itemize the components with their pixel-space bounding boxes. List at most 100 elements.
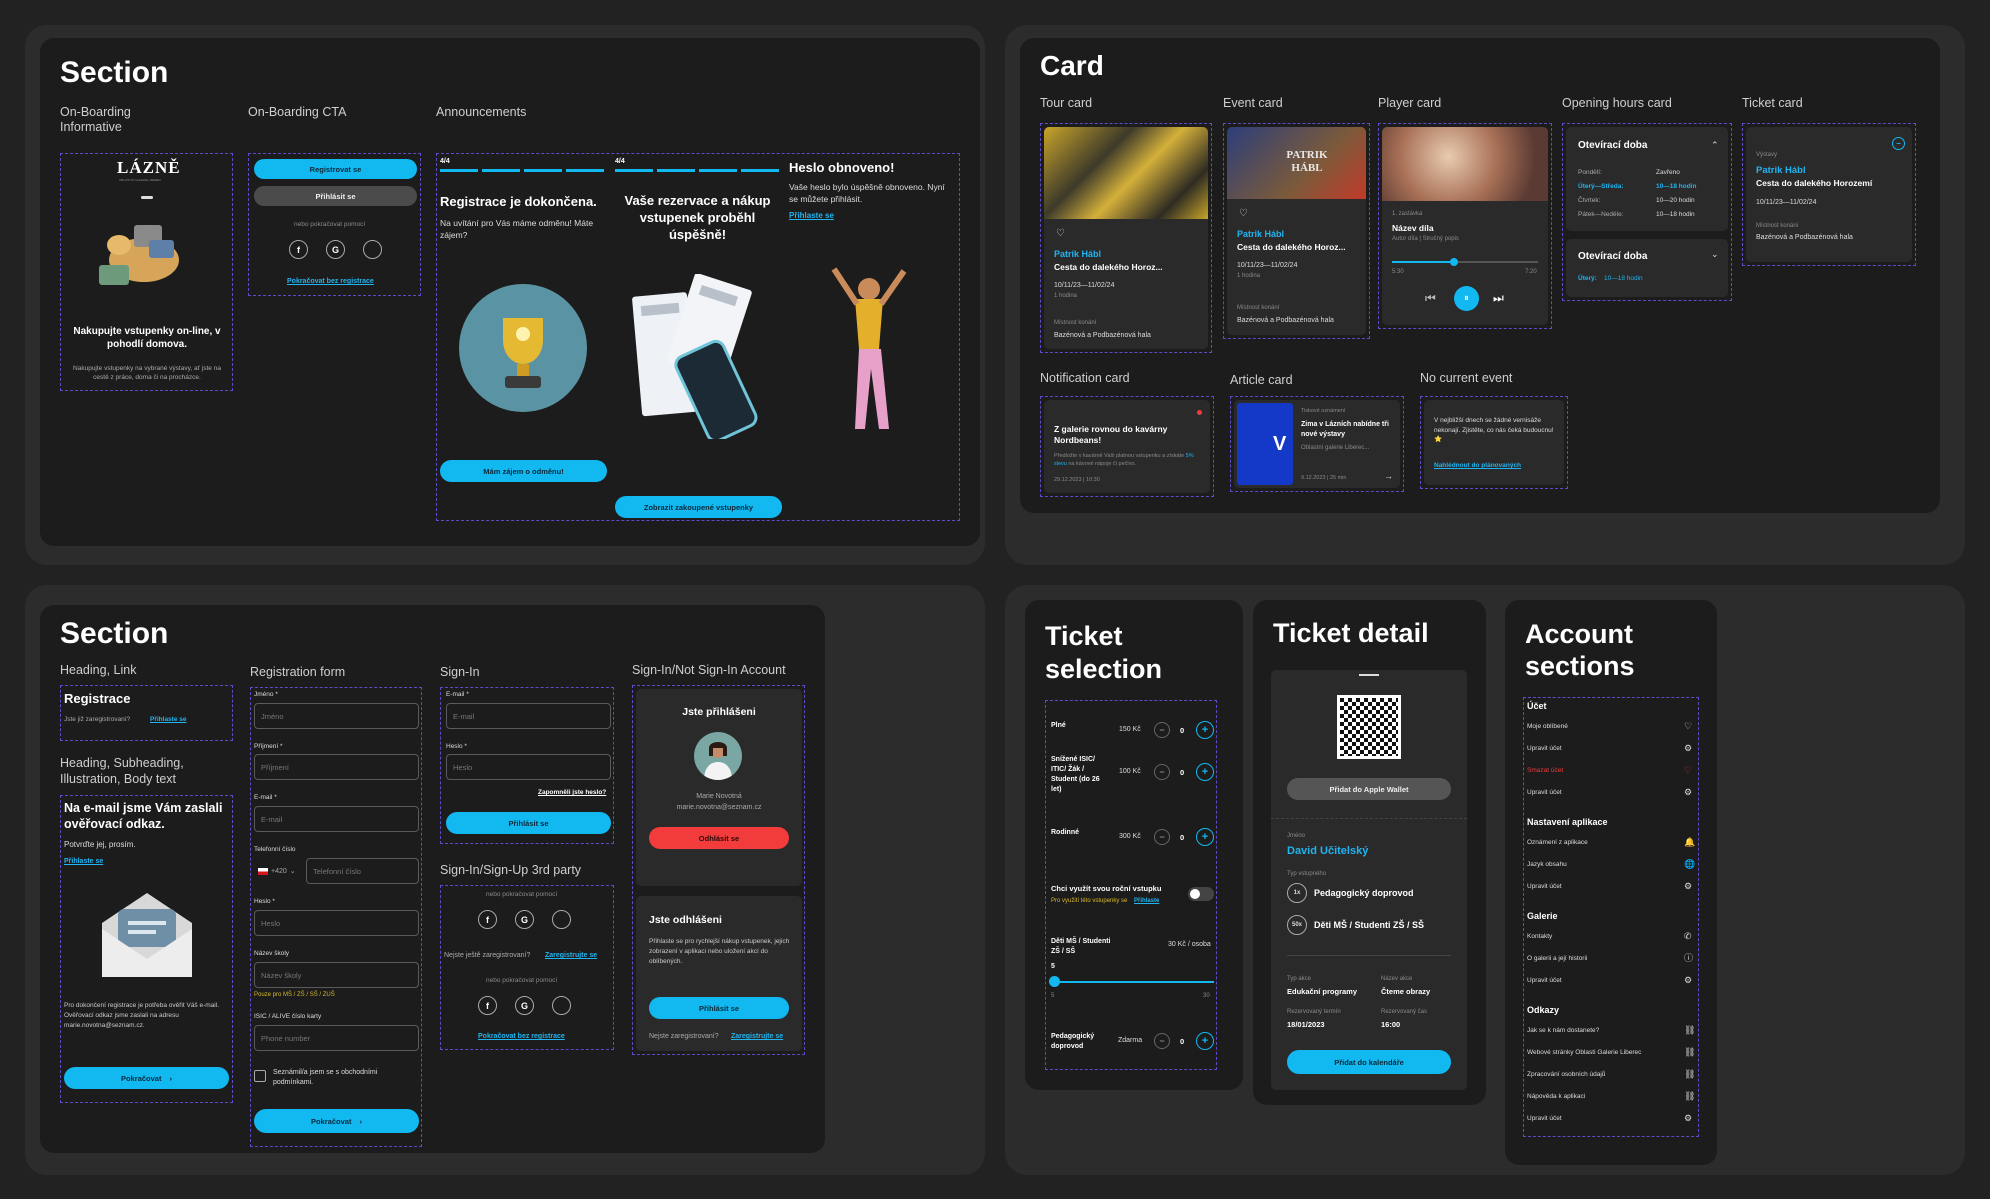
account-item[interactable]: Smazat účet xyxy=(1527,767,1563,774)
season-pass-login-link[interactable]: Přihlaste xyxy=(1134,898,1159,904)
account-sections-frame: Account sections Účet Moje oblíbené ♡ Uprav… xyxy=(1505,600,1717,1165)
label-notification-card: Notification card xyxy=(1040,371,1130,385)
arrow-right-icon[interactable]: → xyxy=(1384,472,1393,481)
kids-slider-track[interactable] xyxy=(1054,981,1214,983)
account-item[interactable]: Kontakty xyxy=(1527,933,1552,940)
apple-icon[interactable] xyxy=(552,996,571,1015)
school-input[interactable]: Název školy xyxy=(254,962,419,988)
country-code-select[interactable]: +420 ⌄ xyxy=(254,858,304,884)
verification-continue-button[interactable]: Pokračovat › xyxy=(64,1067,229,1089)
account-item[interactable]: O galerii a její historii xyxy=(1527,955,1587,962)
pause-button[interactable]: ⏸ xyxy=(1454,286,1479,311)
minus-icon[interactable]: − xyxy=(1154,1033,1170,1049)
opening-hours-card-expanded[interactable]: Otevírací doba ⌃ Pondělí: Zavřeno Úterý—St… xyxy=(1566,127,1728,231)
chevron-up-icon[interactable]: ⌃ xyxy=(1711,141,1719,150)
account-item[interactable]: Jazyk obsahu xyxy=(1527,861,1567,868)
login-link[interactable]: Přihlaste se xyxy=(150,716,187,723)
next-icon[interactable]: ⏭ xyxy=(1493,292,1504,304)
account-item-icon: ⚙ xyxy=(1684,787,1693,797)
continue-without-registration-link[interactable]: Pokračovat bez registrace xyxy=(478,1033,565,1040)
account-item[interactable]: Upravit účet xyxy=(1527,883,1562,890)
account-item[interactable]: Zpracování osobních údajů xyxy=(1527,1071,1605,1078)
plus-icon[interactable]: + xyxy=(1196,763,1214,781)
heart-icon[interactable]: ♡ xyxy=(1239,209,1248,219)
ticket-type-count: 0 xyxy=(1180,726,1185,735)
signed-out-register-link[interactable]: Zaregistrujte se xyxy=(731,1033,783,1040)
password-input[interactable]: Heslo xyxy=(254,910,419,936)
no-event-link[interactable]: Nahlédnout do plánovaných xyxy=(1434,462,1521,469)
account-item[interactable]: Nápověda k aplikaci xyxy=(1527,1093,1585,1100)
account-item[interactable]: Moje oblíbené xyxy=(1527,723,1568,730)
minus-icon[interactable]: − xyxy=(1154,764,1170,780)
tour-card[interactable]: ♡ Patrik Hábl Cesta do dalekého Horoz...… xyxy=(1044,127,1208,349)
login-button[interactable]: Přihlásit se xyxy=(254,186,417,206)
player-time-total: 7:20 xyxy=(1525,269,1537,275)
signed-out-login-button[interactable]: Přihlásit se xyxy=(649,997,789,1019)
register-button[interactable]: Registrovat se xyxy=(254,159,417,179)
continue-without-registration-link[interactable]: Pokračovat bez registrace xyxy=(287,278,374,285)
ticket-card[interactable]: − Výstavy Patrik Hábl Cesta do dalekého … xyxy=(1746,127,1912,262)
plus-icon[interactable]: + xyxy=(1196,828,1214,846)
register-link[interactable]: Zaregistrujte se xyxy=(545,952,597,959)
phone-input[interactable]: Telefonní číslo xyxy=(306,858,419,884)
isic-input[interactable]: Phone number xyxy=(254,1025,419,1051)
plus-icon[interactable]: + xyxy=(1196,721,1214,739)
plus-icon[interactable]: + xyxy=(1196,1032,1214,1050)
apple-icon[interactable] xyxy=(363,240,382,259)
logout-button[interactable]: Odhlásit se xyxy=(649,827,789,849)
article-card[interactable]: V Tiskové oznámení Zima v Lázních nabídn… xyxy=(1234,400,1400,488)
minus-icon[interactable]: − xyxy=(1154,829,1170,845)
label-opening-hours-card: Opening hours card xyxy=(1562,96,1672,110)
apple-icon[interactable] xyxy=(552,910,571,929)
teacher-escort-price: Zdarma xyxy=(1118,1037,1143,1044)
verification-login-link[interactable]: Přihlaste se xyxy=(64,858,103,865)
facebook-icon[interactable]: f xyxy=(478,996,497,1015)
email-input[interactable]: E-mail xyxy=(254,806,419,832)
opening-hours-card-collapsed[interactable]: Otevírací doba ⌄ Úterý: 10—18 hodin xyxy=(1566,239,1728,297)
google-icon[interactable]: G xyxy=(515,910,534,929)
chevron-down-icon[interactable]: ⌄ xyxy=(1711,250,1719,259)
terms-checkbox[interactable] xyxy=(254,1070,266,1082)
surname-input[interactable]: Příjmení xyxy=(254,754,419,780)
logo: LÁZNĚ xyxy=(117,158,181,177)
account-item[interactable]: Jak se k nám dostanete? xyxy=(1527,1027,1599,1034)
heart-icon[interactable]: ♡ xyxy=(1056,229,1065,239)
account-item[interactable]: Oznámení z aplikace xyxy=(1527,839,1588,846)
event-card[interactable]: PATRIK HÁBL ♡ Patrik Hábl Cesta do dalek… xyxy=(1227,127,1366,335)
kids-slider-knob[interactable] xyxy=(1049,976,1060,987)
account-item[interactable]: Upravit účet xyxy=(1527,745,1562,752)
signin-email-input[interactable]: E-mail xyxy=(446,703,611,729)
ticket-minus-icon[interactable]: − xyxy=(1892,137,1905,150)
player-stop: 1. zastávka xyxy=(1392,211,1423,217)
notification-card[interactable]: Z galerie rovnou do kavárny Nordbeans! P… xyxy=(1044,400,1210,493)
reserved-date-label: Rezervovaný termín xyxy=(1287,1009,1341,1015)
logo-subtitle: OBLASTNÍ GALERIE LIBEREC xyxy=(119,178,162,182)
claim-reward-button[interactable]: Mám zájem o odměnu! xyxy=(440,460,607,482)
reg-label-isic: ISIC / ALIVE číslo karty xyxy=(254,1013,322,1020)
season-pass-toggle[interactable] xyxy=(1188,887,1214,901)
minus-icon[interactable]: − xyxy=(1154,722,1170,738)
facebook-icon[interactable]: f xyxy=(478,910,497,929)
account-item[interactable]: Upravit účet xyxy=(1527,977,1562,984)
facebook-icon[interactable]: f xyxy=(289,240,308,259)
signin-password-input[interactable]: Heslo xyxy=(446,754,611,780)
first-name-input[interactable]: Jméno xyxy=(254,703,419,729)
google-icon[interactable]: G xyxy=(326,240,345,259)
google-icon[interactable]: G xyxy=(515,996,534,1015)
show-purchased-tickets-button[interactable]: Zobrazit zakoupené vstupenky xyxy=(615,496,782,518)
player-progress-knob[interactable] xyxy=(1450,258,1458,266)
ann3-login-link[interactable]: Přihlaste se xyxy=(789,211,834,220)
account-item-icon: ⛓ xyxy=(1684,1025,1696,1035)
signin-button[interactable]: Přihlásit se xyxy=(446,812,611,834)
apple-wallet-button[interactable]: Přidat do Apple Wallet xyxy=(1287,778,1451,800)
registration-continue-button[interactable]: Pokračovat › xyxy=(254,1109,419,1133)
account-item[interactable]: Webové stránky Oblasti Galerie Liberec xyxy=(1527,1049,1641,1056)
account-item[interactable]: Upravit účet xyxy=(1527,789,1562,796)
account-item[interactable]: Upravit účet xyxy=(1527,1115,1562,1122)
ticket-type-name: Rodinné xyxy=(1051,829,1079,836)
forgot-password-link[interactable]: Zapomněli jste heslo? xyxy=(538,789,606,796)
event-duration: 1 hodina xyxy=(1237,273,1261,279)
previous-icon[interactable]: ⏮ xyxy=(1425,292,1436,304)
add-to-calendar-button[interactable]: Přidat do kalendáře xyxy=(1287,1050,1451,1074)
ticket-type-1: Pedagogický doprovod xyxy=(1314,888,1414,898)
